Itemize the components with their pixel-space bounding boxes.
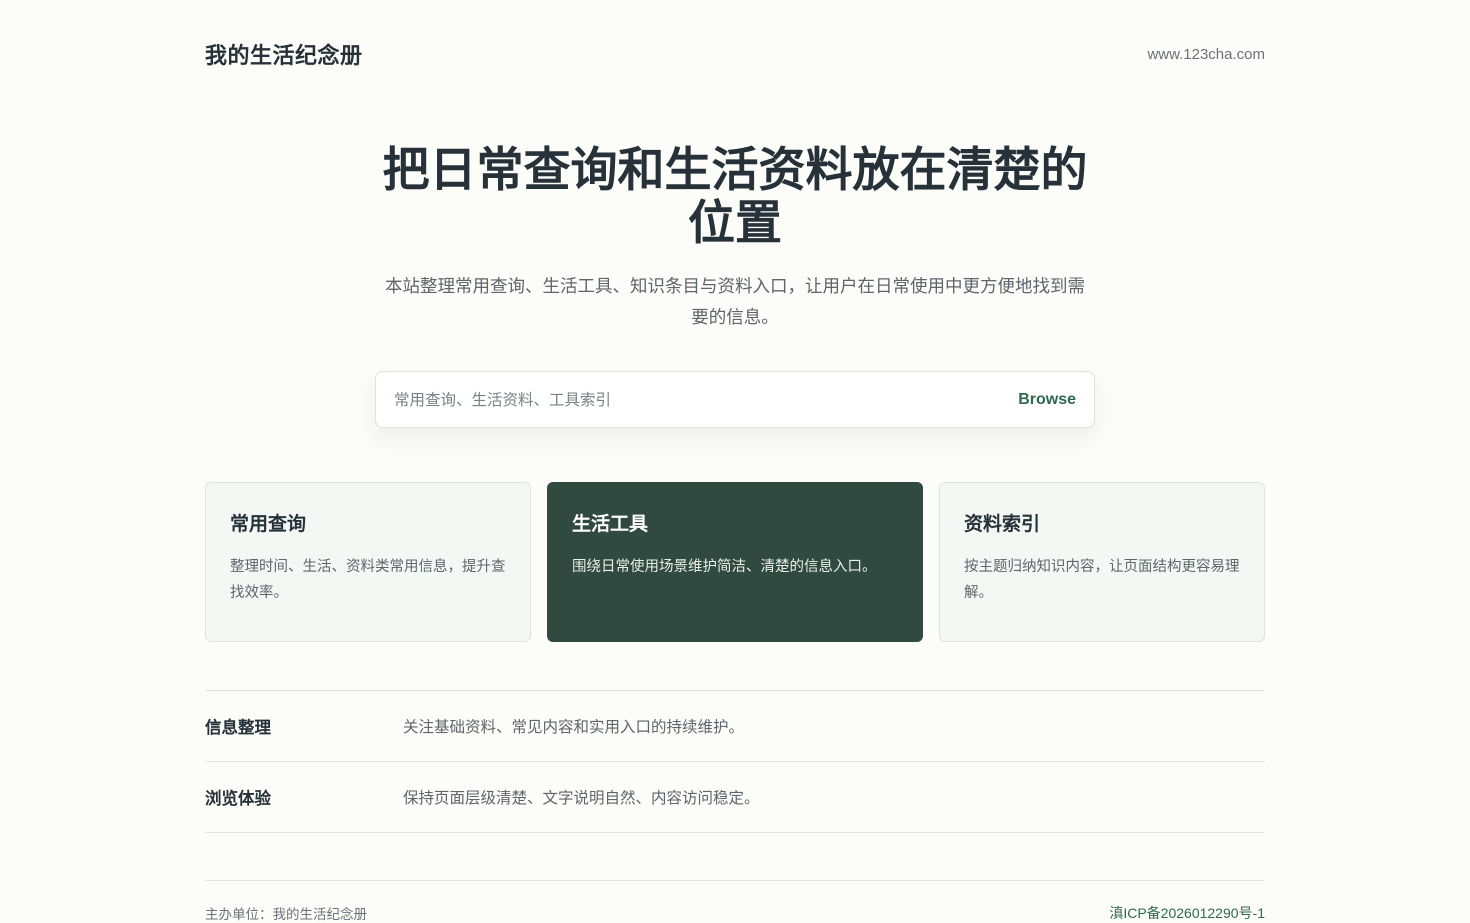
card-title: 生活工具 [572, 513, 649, 535]
card-title: 资料索引 [964, 513, 1041, 535]
site-brand[interactable]: 我的生活纪念册 [205, 38, 363, 70]
info-text: 保持页面层级清楚、文字说明自然、内容访问稳定。 [403, 789, 760, 807]
info-label: 浏览体验 [205, 789, 271, 808]
site-header: 我的生活纪念册 www.123cha.com [205, 36, 1265, 72]
search-box: Browse [375, 371, 1095, 428]
icp-link[interactable]: 滇ICP备2026012290号-1 [1109, 903, 1265, 923]
card-resource-index[interactable]: 资料索引 按主题归纳知识内容，让页面结构更容易理解。 [939, 482, 1265, 642]
info-row: 信息整理 关注基础资料、常见内容和实用入口的持续维护。 [205, 691, 1265, 762]
page: 我的生活纪念册 www.123cha.com 把日常查询和生活资料放在清楚的位置… [0, 0, 1470, 923]
card-title: 常用查询 [230, 513, 307, 535]
search-input[interactable] [394, 390, 954, 409]
card-life-tools[interactable]: 生活工具 围绕日常使用场景维护简洁、清楚的信息入口。 [547, 482, 923, 642]
info-list: 信息整理 关注基础资料、常见内容和实用入口的持续维护。 浏览体验 保持页面层级清… [205, 690, 1265, 833]
hero-description: 本站整理常用查询、生活工具、知识条目与资料入口，让用户在日常使用中更方便地找到需… [385, 277, 1085, 328]
site-url: www.123cha.com [1147, 45, 1265, 63]
site-footer: 主办单位：我的生活纪念册 滇ICP备2026012290号-1 [205, 880, 1265, 923]
info-label: 信息整理 [205, 718, 271, 737]
hero-section: 把日常查询和生活资料放在清楚的位置 本站整理常用查询、生活工具、知识条目与资料入… [335, 144, 1135, 334]
hero-title: 把日常查询和生活资料放在清楚的位置 [382, 143, 1088, 251]
browse-button[interactable]: Browse [1018, 391, 1076, 409]
card-description: 整理时间、生活、资料类常用信息，提升查找效率。 [230, 559, 506, 601]
footer-owner: 主办单位：我的生活纪念册 [205, 907, 367, 923]
card-description: 按主题归纳知识内容，让页面结构更容易理解。 [964, 559, 1240, 601]
info-row: 浏览体验 保持页面层级清楚、文字说明自然、内容访问稳定。 [205, 762, 1265, 833]
card-description: 围绕日常使用场景维护简洁、清楚的信息入口。 [572, 559, 877, 575]
info-text: 关注基础资料、常见内容和实用入口的持续维护。 [403, 718, 745, 736]
card-common-query[interactable]: 常用查询 整理时间、生活、资料类常用信息，提升查找效率。 [205, 482, 531, 642]
